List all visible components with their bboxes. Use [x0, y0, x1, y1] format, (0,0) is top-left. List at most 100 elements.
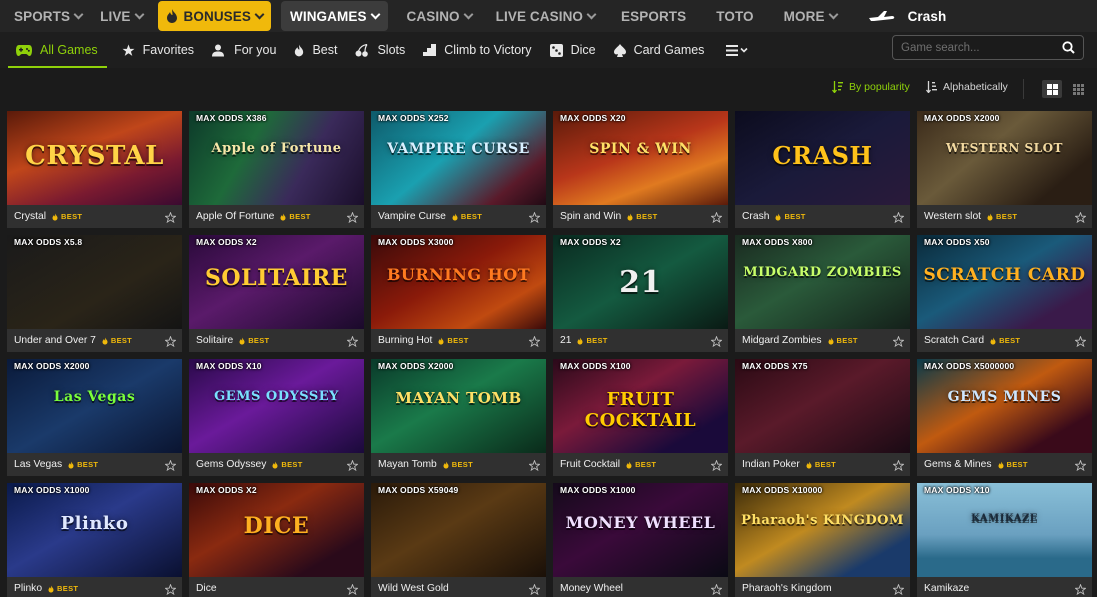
tab-favorites[interactable]: Favorites — [113, 32, 203, 68]
tab-dice[interactable]: Dice — [541, 32, 605, 68]
favorite-star-icon[interactable] — [346, 582, 359, 597]
game-thumbnail[interactable]: SOLITAIRE MAX ODDS X2 — [189, 235, 364, 329]
search-input[interactable] — [901, 40, 1051, 56]
sort-by-popularity[interactable]: By popularity — [832, 81, 910, 93]
tab-best[interactable]: Best — [285, 32, 346, 68]
nav-more[interactable]: MORE — [775, 1, 846, 31]
tab-all-games[interactable]: All Games — [0, 32, 107, 68]
tab-card-games[interactable]: Card Games — [605, 32, 714, 68]
game-tile[interactable]: KAMIKAZE MAX ODDS X10 Kamikaze — [917, 483, 1092, 597]
game-thumbnail[interactable]: MAX ODDS X75 — [735, 359, 910, 453]
game-tile[interactable]: Pharaoh's KINGDOM MAX ODDS X10000 Pharaoh'… — [735, 483, 910, 597]
favorite-star-icon[interactable] — [528, 458, 541, 476]
game-tile[interactable]: 21 MAX ODDS X2 21 BEST — [553, 235, 728, 352]
favorite-star-icon[interactable] — [346, 210, 359, 228]
game-tile[interactable]: DICE MAX ODDS X2 Dice — [189, 483, 364, 597]
game-tile[interactable]: MAX ODDS X5.8 Under and Over 7 BEST — [7, 235, 182, 352]
favorite-star-icon[interactable] — [164, 334, 177, 352]
grid-small-view-button[interactable] — [1068, 80, 1088, 98]
game-thumbnail[interactable]: SCRATCH CARD MAX ODDS X50 — [917, 235, 1092, 329]
game-thumbnail[interactable]: SPIN & WIN MAX ODDS X20 — [553, 111, 728, 205]
nav-live-casino[interactable]: LIVE CASINO — [487, 1, 604, 31]
game-tile[interactable]: CRYSTAL Crystal BEST — [7, 111, 182, 228]
nav-sports[interactable]: SPORTS — [0, 1, 91, 31]
game-thumbnail[interactable]: Pharaoh's KINGDOM MAX ODDS X10000 — [735, 483, 910, 577]
game-tile[interactable]: FRUIT COCKTAIL MAX ODDS X100 Fruit Cocktai… — [553, 359, 728, 476]
favorite-star-icon[interactable] — [710, 334, 723, 352]
favorite-star-icon[interactable] — [528, 582, 541, 597]
game-tile[interactable]: SPIN & WIN MAX ODDS X20 Spin and Win BEST — [553, 111, 728, 228]
nav-casino[interactable]: CASINO — [398, 1, 481, 31]
game-tile[interactable]: MONEY WHEEL MAX ODDS X1000 Money Wheel — [553, 483, 728, 597]
game-tile[interactable]: GEMS ODYSSEY MAX ODDS X10 Gems Odyssey BEST — [189, 359, 364, 476]
game-tile[interactable]: BURNING HOT MAX ODDS X3000 Burning Hot BEST — [371, 235, 546, 352]
favorite-star-icon[interactable] — [1074, 582, 1087, 597]
tab-slots[interactable]: Slots — [346, 32, 414, 68]
more-categories-button[interactable] — [717, 32, 765, 68]
max-odds-label: MAX ODDS X50 — [924, 237, 990, 247]
tab-climb-to-victory[interactable]: Climb to Victory — [414, 32, 540, 68]
game-tile[interactable]: SCRATCH CARD MAX ODDS X50 Scratch Card BEST — [917, 235, 1092, 352]
game-thumbnail[interactable]: CRASH — [735, 111, 910, 205]
game-tile[interactable]: MAX ODDS X75 Indian Poker BEST — [735, 359, 910, 476]
favorite-star-icon[interactable] — [892, 334, 905, 352]
game-thumbnail[interactable]: 21 MAX ODDS X2 — [553, 235, 728, 329]
nav-toto[interactable]: TOTO — [707, 1, 762, 31]
favorite-star-icon[interactable] — [1074, 458, 1087, 476]
nav-bonuses[interactable]: BONUSES — [157, 1, 271, 31]
nav-wingames[interactable]: WINGAMES — [281, 1, 388, 31]
game-thumbnail[interactable]: Plinko MAX ODDS X1000 — [7, 483, 182, 577]
nav-esports[interactable]: ESPORTS — [612, 1, 695, 31]
game-tile[interactable]: Apple of Fortune MAX ODDS X386 Apple Of Fo… — [189, 111, 364, 228]
favorite-star-icon[interactable] — [164, 210, 177, 228]
favorite-star-icon[interactable] — [710, 458, 723, 476]
game-tile[interactable]: Las Vegas MAX ODDS X2000 Las Vegas BEST — [7, 359, 182, 476]
favorite-star-icon[interactable] — [346, 334, 359, 352]
game-thumbnail[interactable]: CRYSTAL — [7, 111, 182, 205]
game-tile[interactable]: WESTERN SLOT MAX ODDS X2000 Western slot BE… — [917, 111, 1092, 228]
game-tile[interactable]: VAMPIRE CURSE MAX ODDS X252 Vampire Curse B… — [371, 111, 546, 228]
game-tile[interactable]: MIDGARD ZOMBIES MAX ODDS X800 Midgard Zomb… — [735, 235, 910, 352]
nav-crash[interactable]: Crash — [868, 1, 956, 31]
favorite-star-icon[interactable] — [710, 582, 723, 597]
game-tile[interactable]: CRASH Crash BEST — [735, 111, 910, 228]
favorite-star-icon[interactable] — [346, 458, 359, 476]
game-thumbnail[interactable]: WESTERN SLOT MAX ODDS X2000 — [917, 111, 1092, 205]
game-thumbnail[interactable]: KAMIKAZE MAX ODDS X10 — [917, 483, 1092, 577]
sort-alphabetically[interactable]: Alphabetically — [926, 81, 1008, 93]
game-thumbnail[interactable]: BURNING HOT MAX ODDS X3000 — [371, 235, 546, 329]
favorite-star-icon[interactable] — [892, 210, 905, 228]
search-icon[interactable] — [1062, 41, 1075, 54]
game-thumbnail[interactable]: GEMS ODYSSEY MAX ODDS X10 — [189, 359, 364, 453]
tab-for-you[interactable]: For you — [203, 32, 285, 68]
favorite-star-icon[interactable] — [164, 582, 177, 597]
game-thumbnail[interactable]: MIDGARD ZOMBIES MAX ODDS X800 — [735, 235, 910, 329]
game-tile[interactable]: GEMS MINES MAX ODDS X5000000 Gems & Mines B… — [917, 359, 1092, 476]
favorite-star-icon[interactable] — [528, 210, 541, 228]
game-thumbnail[interactable]: FRUIT COCKTAIL MAX ODDS X100 — [553, 359, 728, 453]
game-thumbnail[interactable]: MAX ODDS X59049 — [371, 483, 546, 577]
game-thumbnail[interactable]: MAYAN TOMB MAX ODDS X2000 — [371, 359, 546, 453]
favorite-star-icon[interactable] — [164, 458, 177, 476]
game-thumbnail[interactable]: DICE MAX ODDS X2 — [189, 483, 364, 577]
dice-icon — [549, 43, 563, 57]
game-thumbnail[interactable]: VAMPIRE CURSE MAX ODDS X252 — [371, 111, 546, 205]
favorite-star-icon[interactable] — [892, 458, 905, 476]
game-thumbnail[interactable]: Las Vegas MAX ODDS X2000 — [7, 359, 182, 453]
game-thumbnail[interactable]: MONEY WHEEL MAX ODDS X1000 — [553, 483, 728, 577]
favorite-star-icon[interactable] — [528, 334, 541, 352]
game-tile[interactable]: SOLITAIRE MAX ODDS X2 Solitaire BEST — [189, 235, 364, 352]
game-thumbnail[interactable]: GEMS MINES MAX ODDS X5000000 — [917, 359, 1092, 453]
favorite-star-icon[interactable] — [892, 582, 905, 597]
favorite-star-icon[interactable] — [1074, 334, 1087, 352]
game-tile[interactable]: MAYAN TOMB MAX ODDS X2000 Mayan Tomb BEST — [371, 359, 546, 476]
game-thumbnail[interactable]: Apple of Fortune MAX ODDS X386 — [189, 111, 364, 205]
favorite-star-icon[interactable] — [710, 210, 723, 228]
max-odds-label: MAX ODDS X10000 — [742, 485, 823, 495]
nav-live[interactable]: LIVE — [91, 1, 151, 31]
game-thumbnail[interactable]: MAX ODDS X5.8 — [7, 235, 182, 329]
game-tile[interactable]: Plinko MAX ODDS X1000 Plinko BEST — [7, 483, 182, 597]
grid-large-view-button[interactable] — [1042, 80, 1062, 98]
favorite-star-icon[interactable] — [1074, 210, 1087, 228]
game-tile[interactable]: MAX ODDS X59049 Wild West Gold — [371, 483, 546, 597]
